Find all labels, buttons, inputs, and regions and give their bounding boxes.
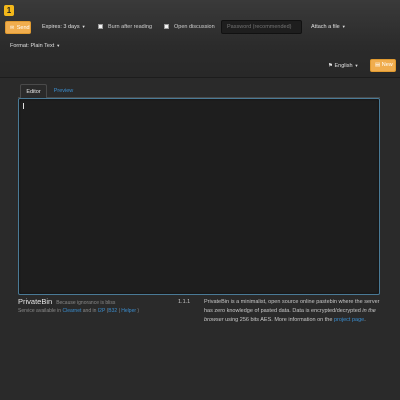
flag-icon: ⚑	[328, 63, 333, 69]
open-discussion-label: Open discussion	[174, 24, 215, 30]
new-button-label: New	[381, 62, 393, 68]
chevron-down-icon: ▼	[354, 63, 359, 68]
tab-editor[interactable]: Editor	[20, 84, 47, 99]
chevron-down-icon: ▼	[341, 24, 346, 29]
app-name: PrivateBin	[18, 297, 53, 306]
new-document-icon: ▤	[375, 62, 381, 68]
service-availability: Service available in Clearnet and in I2P…	[18, 308, 139, 314]
app-slogan: Because ignorance is bliss	[56, 300, 116, 306]
paste-editor[interactable]	[18, 98, 380, 295]
checkbox-box[interactable]	[98, 24, 103, 29]
chevron-down-icon: ▼	[56, 43, 61, 48]
open-discussion-checkbox[interactable]: Open discussion	[164, 24, 215, 30]
about-part-2: using 256 bits AES. More information on …	[225, 317, 333, 323]
format-label: Format: Plain Text	[10, 43, 55, 49]
burn-after-reading-checkbox[interactable]: Burn after reading	[98, 24, 152, 30]
send-button-label: Send	[16, 25, 30, 31]
version-number: 1.1.1	[178, 299, 191, 305]
send-icon: ✉	[10, 25, 15, 31]
project-page-link[interactable]: project page	[334, 317, 364, 323]
about-text: PrivateBin is a minimalist, open source …	[204, 298, 384, 325]
tab-preview[interactable]: Preview	[48, 84, 79, 98]
language-label: English	[334, 63, 353, 69]
avail-prefix: Service available in	[18, 308, 62, 314]
i2p-link[interactable]: I2P	[98, 308, 105, 314]
paren-close: )	[137, 308, 140, 314]
editor-tabs: Editor Preview	[18, 84, 380, 99]
send-button[interactable]: ✉ Send	[5, 21, 31, 34]
format-dropdown[interactable]: Format: Plain Text ▼	[10, 43, 60, 49]
new-button[interactable]: ▤ New	[370, 59, 396, 72]
attach-file-dropdown[interactable]: Attach a file ▼	[311, 24, 346, 30]
footer-brand: PrivateBin Because ignorance is bliss	[18, 297, 115, 306]
about-end: .	[364, 317, 366, 323]
checkbox-box[interactable]	[164, 24, 169, 29]
navbar: 1 ✉ Send Expires: 3 days ▼ Burn after rea…	[0, 0, 400, 78]
helper-link[interactable]: Helper	[121, 308, 136, 314]
clearnet-link[interactable]: Clearnet	[62, 308, 81, 314]
expiration-label: Expires: 3 days	[42, 24, 80, 30]
text-cursor	[23, 103, 24, 109]
b32-link[interactable]: B32	[108, 308, 117, 314]
attach-file-label: Attach a file	[311, 24, 340, 30]
expiration-dropdown[interactable]: Expires: 3 days ▼	[42, 24, 86, 30]
about-part-1: PrivateBin is a minimalist, open source …	[204, 299, 380, 314]
privatebin-logo-icon[interactable]: 1	[4, 5, 14, 16]
avail-and-in: and in	[82, 308, 97, 314]
language-dropdown[interactable]: ⚑ English ▼	[328, 63, 358, 69]
separator: |	[118, 308, 120, 314]
burn-after-reading-label: Burn after reading	[108, 24, 153, 30]
password-input[interactable]	[221, 20, 302, 34]
chevron-down-icon: ▼	[81, 24, 86, 29]
